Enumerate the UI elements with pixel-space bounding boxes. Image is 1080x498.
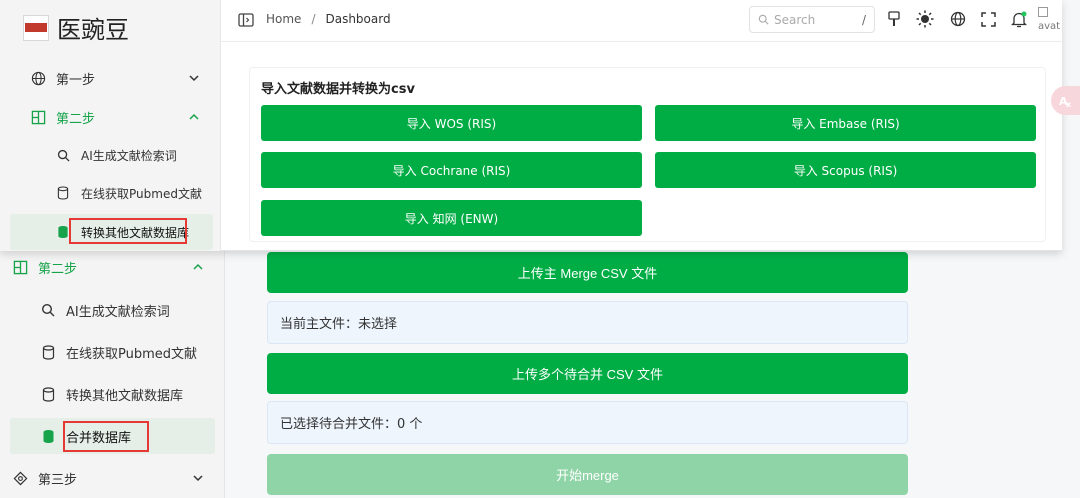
sidebar-item-label: 转换其他文献数据库 [81,225,190,240]
import-card: 导入文献数据并转换为csv 导入 WOS (RIS) 导入 Embase (RI… [249,67,1046,242]
sidebar-item-pubmed[interactable]: 在线获取Pubmed文献 [0,334,225,370]
sidebar-toggle-icon[interactable] [237,11,255,29]
sidebar-group-label: 第一步 [56,72,96,88]
globe-icon [30,70,46,86]
search-icon [40,302,56,318]
fullscreen-icon[interactable] [979,10,997,28]
import-wos-button[interactable]: 导入 WOS (RIS) [261,105,642,141]
search-placeholder: Search [774,12,816,27]
import-cochrane-button[interactable]: 导入 Cochrane (RIS) [261,152,642,188]
sidebar-group-step1[interactable]: 第一步 [0,60,221,96]
sidebar-item-convert[interactable]: 转换其他文献数据库 [10,214,213,250]
brush-icon[interactable] [885,10,903,28]
sidebar-item-label: 在线获取Pubmed文献 [81,186,202,201]
sidebar-item-label: AI生成文献检索词 [81,148,177,163]
app-title: 医豌豆 [57,16,129,44]
database-icon [55,185,71,201]
chevron-up-icon [189,113,199,120]
globe-icon[interactable] [949,10,967,28]
breadcrumb-dashboard: Dashboard [325,12,391,26]
import-embase-button[interactable]: 导入 Embase (RIS) [655,105,1036,141]
sidebar-item-label: 转换其他文献数据库 [66,388,184,404]
zoomed-overlay: 医豌豆 第一步 第二步 AI生成文献检索词 在线获取Pubmed文献 转换其他文… [0,0,1062,251]
search-input[interactable]: Search / [749,6,875,33]
grid-icon [30,109,46,125]
avatar-alt-text: avat [1038,21,1061,32]
sidebar-group-label: 第二步 [38,261,78,277]
sidebar-item-ai-terms[interactable]: AI生成文献检索词 [0,137,221,173]
sidebar-item-merge[interactable]: 合并数据库 [10,418,215,454]
sidebar-group-label: 第三步 [38,472,78,488]
bell-icon[interactable] [1010,10,1028,28]
sidebar-item-label: 在线获取Pubmed文献 [66,346,198,362]
puzzle-icon [12,470,28,486]
broken-image-icon [1038,7,1048,17]
chevron-up-icon [193,263,203,270]
logo-icon [23,14,49,41]
sidebar-group-step2[interactable]: 第二步 [0,99,221,135]
overlay-sidebar: 医豌豆 第一步 第二步 AI生成文献检索词 在线获取Pubmed文献 转换其他文… [0,0,221,251]
chevron-down-icon [189,75,199,82]
sidebar-group-step3[interactable]: 第三步 [0,460,225,496]
merge-card: 上传主 Merge CSV 文件 当前主文件：未选择 上传多个待合并 CSV 文… [267,252,908,498]
app-logo: 医豌豆 [23,10,129,45]
selected-files-count: 已选择待合并文件：0 个 [267,401,908,444]
grid-icon [12,259,28,275]
sidebar-item-convert[interactable]: 转换其他文献数据库 [0,376,225,412]
sidebar-item-label: 合并数据库 [66,430,132,446]
chevron-down-icon [193,475,203,482]
topbar: Home / Dashboard Search / avat [221,0,1062,42]
database-icon [40,386,56,402]
upload-multi-csv-button[interactable]: 上传多个待合并 CSV 文件 [267,353,908,394]
database-filled-icon [40,428,56,444]
sidebar-group-step2[interactable]: 第二步 [0,249,225,285]
avatar[interactable]: avat [1038,7,1062,33]
sidebar-item-pubmed[interactable]: 在线获取Pubmed文献 [0,175,221,211]
database-icon [40,344,56,360]
upload-main-csv-button[interactable]: 上传主 Merge CSV 文件 [267,252,908,293]
svg-text:x: x [1066,100,1072,109]
database-filled-icon [55,224,71,240]
import-scopus-button[interactable]: 导入 Scopus (RIS) [655,152,1036,188]
breadcrumb: Home / Dashboard [266,12,391,26]
import-cnki-button[interactable]: 导入 知网 (ENW) [261,200,642,236]
search-icon [55,147,71,163]
start-merge-button[interactable]: 开始merge [267,454,908,495]
import-card-title: 导入文献数据并转换为csv [261,82,415,97]
sidebar-item-label: AI生成文献检索词 [66,304,170,320]
search-shortcut: / [861,12,866,27]
sun-icon[interactable] [916,10,934,28]
search-icon [758,14,769,25]
breadcrumb-home[interactable]: Home [266,12,301,26]
translate-float-icon[interactable]: Ax [1051,86,1080,115]
breadcrumb-separator: / [311,12,316,26]
sidebar-item-ai-terms[interactable]: AI生成文献检索词 [0,292,225,328]
sidebar-group-label: 第二步 [56,111,96,127]
current-main-file: 当前主文件：未选择 [267,301,908,344]
